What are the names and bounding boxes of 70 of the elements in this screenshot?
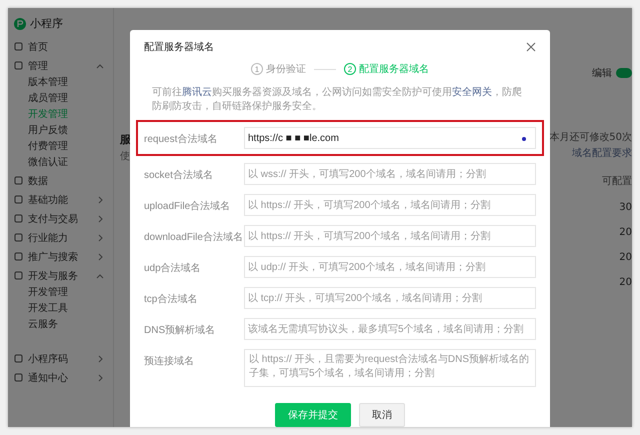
section-title: 服: [120, 132, 131, 147]
square-icon: [14, 373, 23, 382]
square-icon: [14, 252, 23, 261]
close-button[interactable]: [524, 40, 538, 54]
step-label: 配置服务器域名: [359, 62, 429, 76]
dialog-title: 配置服务器域名: [144, 40, 214, 54]
sidebar-item[interactable]: 开发与服务: [14, 266, 104, 285]
square-icon: [14, 195, 23, 204]
step-number: 2: [344, 63, 356, 75]
field-label: udp合法域名: [144, 262, 202, 275]
sidebar-subitem[interactable]: 开发工具: [14, 301, 68, 317]
toggle-switch[interactable]: [616, 68, 632, 78]
square-icon: [14, 271, 23, 280]
input-field[interactable]: 以 tcp:// 开头，可填写200个域名，域名间请用；分割: [244, 287, 536, 309]
square-icon: [14, 233, 23, 242]
sidebar-item[interactable]: 小程序码: [14, 349, 104, 368]
field-label: uploadFile合法域名: [144, 200, 232, 213]
input-field[interactable]: 以 udp:// 开头，可填写200个域名，域名间请用；分割: [244, 256, 536, 278]
column-header: 可配置: [602, 174, 632, 188]
description-link[interactable]: 腾讯云: [182, 87, 212, 98]
square-icon: [14, 42, 23, 51]
input-field[interactable]: 以 https:// 开头，可填写200个域名，域名间请用；分割: [244, 194, 536, 216]
sidebar-item[interactable]: 管理: [14, 56, 104, 75]
edit-link[interactable]: 编辑: [592, 66, 612, 80]
field-label: 预连接域名: [144, 354, 195, 368]
field-label: socket合法域名: [144, 168, 214, 182]
sidebar-item[interactable]: 行业能力: [14, 228, 104, 247]
table-cell: 20: [619, 252, 632, 263]
square-icon: [14, 214, 23, 223]
close-icon: [526, 42, 536, 52]
sidebar-subitem[interactable]: 开发管理: [14, 285, 68, 301]
step-number: 1: [251, 63, 263, 75]
field-label: DNS预解析域名: [144, 324, 216, 337]
table-cell: 20: [619, 227, 632, 238]
field-label: tcp合法域名: [144, 292, 198, 306]
input-field[interactable]: 以 wss:// 开头，可填写200个域名，域名间请用；分割: [244, 163, 536, 185]
sidebar-item[interactable]: 通知中心: [14, 368, 104, 387]
field-label: downloadFile合法域名: [144, 230, 244, 244]
text-area[interactable]: 以 https:// 开头，且需要为request合法域名与DNS预解析域名的子集，可填写5个域名，域名间请用；分割: [244, 349, 536, 387]
input-field[interactable]: 该域名无需填写协议头，最多填写5个域名，域名间请用；分割: [244, 318, 536, 340]
sidebar-subitem[interactable]: 用户反馈: [14, 123, 68, 139]
input-field[interactable]: 以 https:// 开头，可填写200个域名，域名间请用；分割: [244, 225, 536, 247]
logo-icon: [14, 18, 26, 30]
sidebar-item[interactable]: 数据: [14, 171, 104, 190]
dot-icon: [522, 137, 526, 141]
sidebar-subitem[interactable]: 云服务: [14, 317, 58, 333]
sidebar-item[interactable]: 基础功能: [14, 190, 104, 209]
input-field[interactable]: https://c ■ ■ ■le.com: [244, 127, 536, 149]
description-link[interactable]: 安全网关: [452, 87, 492, 98]
submit-button[interactable]: 保存并提交: [275, 403, 351, 427]
table-cell: 20: [619, 277, 632, 288]
sidebar-item[interactable]: 首页: [14, 37, 104, 56]
step-label: 身份验证: [266, 63, 306, 76]
sidebar-subitem[interactable]: 版本管理: [14, 75, 68, 91]
requirements-link[interactable]: 域名配置要求: [572, 146, 632, 160]
sidebar-subitem[interactable]: 成员管理: [14, 91, 68, 107]
section-subtitle: 使: [120, 150, 131, 163]
square-icon: [14, 354, 23, 363]
description-text: 可前往腾讯云购买服务器资源及域名，公网访问如需安全防护可使用安全网关，防爬防刷防攻击，自研链路保护服务安全。: [152, 86, 523, 114]
sidebar-item[interactable]: 推广与搜索: [14, 247, 104, 266]
square-icon: [14, 176, 23, 185]
table-cell: 30: [619, 202, 632, 213]
sidebar-subitem[interactable]: 付费管理: [14, 139, 68, 155]
square-icon: [14, 61, 23, 70]
app-name: 小程序: [30, 16, 63, 31]
sidebar-item[interactable]: 支付与交易: [14, 209, 104, 228]
quota-note: 本月还可修改50次: [549, 130, 632, 144]
field-label: request合法域名: [144, 132, 218, 146]
cancel-button[interactable]: 取消: [359, 403, 405, 427]
sidebar-subitem[interactable]: 微信认证: [14, 155, 68, 171]
